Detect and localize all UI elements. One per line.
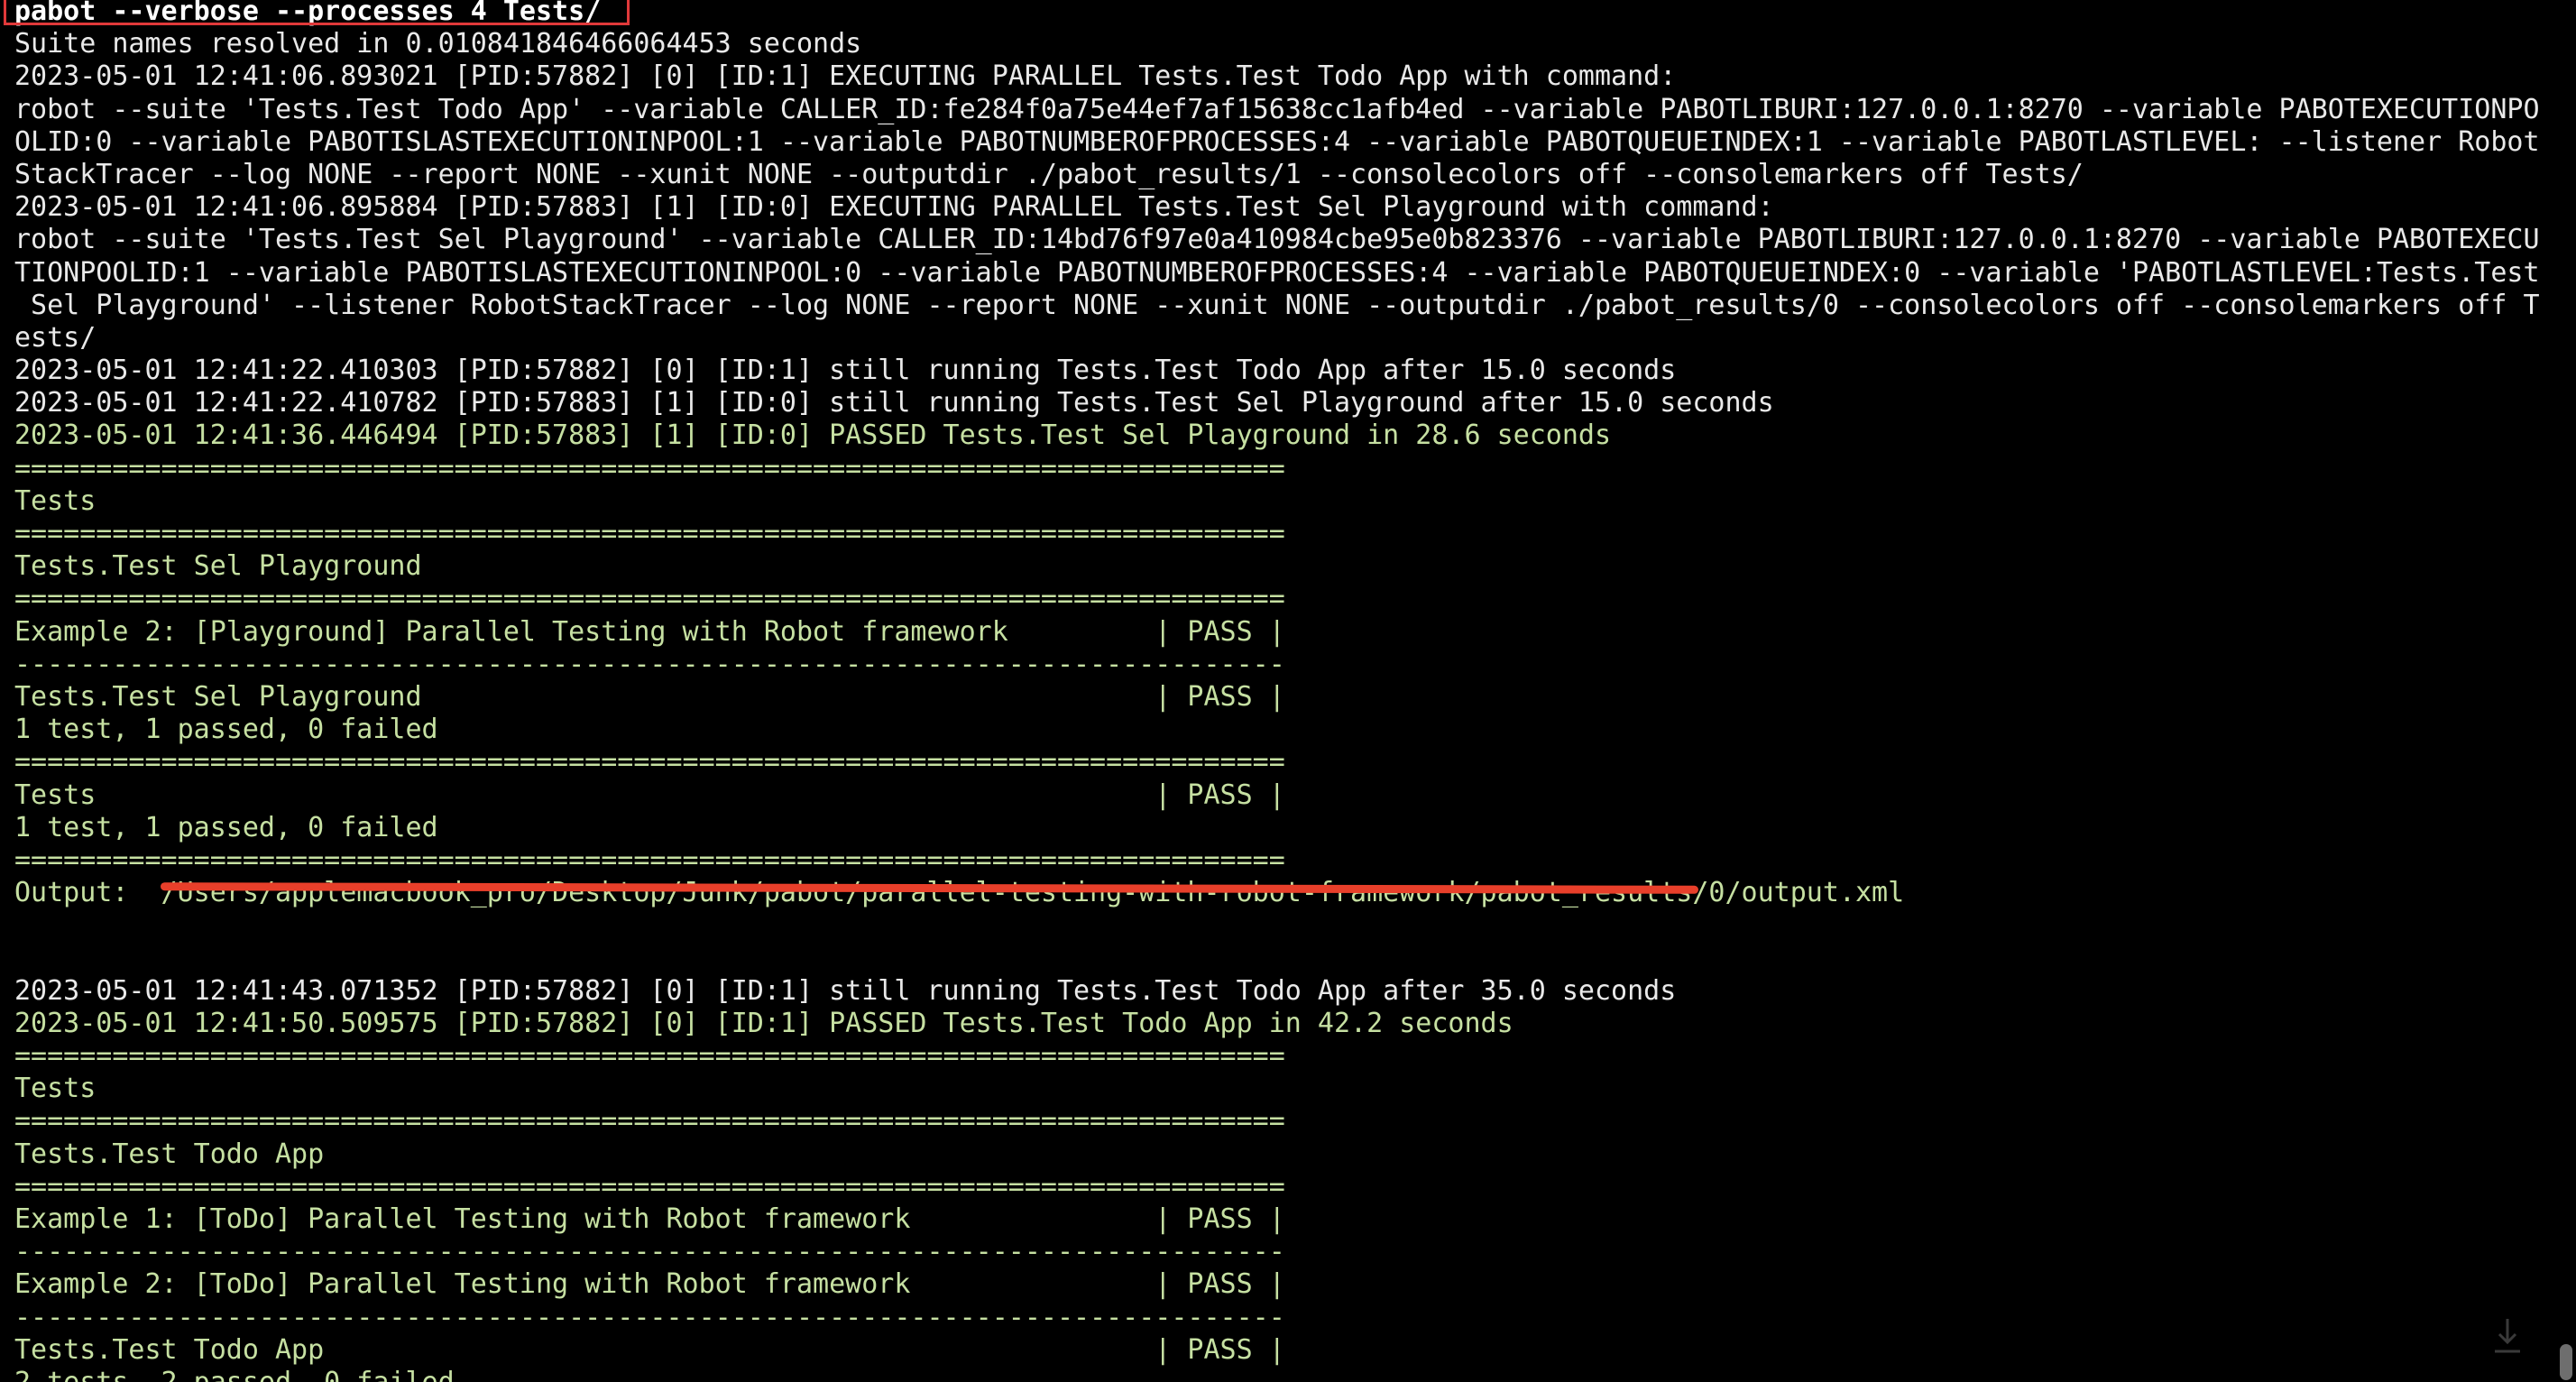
output-line: Tests.Test Todo App | PASS |: [14, 1333, 1285, 1366]
output-line: robot --suite 'Tests.Test Sel Playground…: [14, 224, 2540, 256]
output-line: Example 1: [ToDo] Parallel Testing with …: [14, 1202, 1285, 1235]
output-line: 2023-05-01 12:41:22.410782 [PID:57883] […: [14, 387, 1774, 419]
output-line: Tests.Test Sel Playground | PASS |: [14, 680, 1285, 713]
output-line: 2023-05-01 12:41:22.410303 [PID:57882] […: [14, 355, 1677, 387]
output-line: Output: /Users/applemacbook_pro/Desktop/…: [14, 877, 1905, 909]
output-line: ests/: [14, 321, 97, 354]
output-line: Example 2: [Playground] Parallel Testing…: [14, 615, 1285, 648]
output-line: ----------------------------------------…: [14, 1301, 1285, 1333]
output-line: ========================================…: [14, 452, 1285, 484]
output-line: Tests.Test Todo App: [14, 1138, 325, 1170]
output-line: ========================================…: [14, 1040, 1285, 1072]
output-line: Example 2: [ToDo] Parallel Testing with …: [14, 1268, 1285, 1301]
output-line: 2023-05-01 12:41:36.446494 [PID:57883] […: [14, 419, 1612, 452]
output-line: Tests.Test Sel Playground: [14, 550, 422, 583]
output-line: ----------------------------------------…: [14, 648, 1285, 680]
download-arrow-icon[interactable]: [2489, 1315, 2525, 1355]
output-line: OLID:0 --variable PABOTISLASTEXECUTIONIN…: [14, 125, 2540, 158]
output-line: 2023-05-01 12:41:50.509575 [PID:57882] […: [14, 1007, 1513, 1039]
output-line: ========================================…: [14, 518, 1285, 549]
output-line: Tests: [14, 1073, 97, 1105]
output-line: TIONPOOLID:1 --variable PABOTISLASTEXECU…: [14, 256, 2540, 289]
output-line: Tests: [14, 484, 97, 517]
terminal-window[interactable]: pabot --verbose --processes 4 Tests/Suit…: [0, 0, 2576, 1382]
terminal-output: pabot --verbose --processes 4 Tests/Suit…: [14, 0, 2540, 1382]
output-line: ========================================…: [14, 1105, 1285, 1138]
output-line: Sel Playground' --listener RobotStackTra…: [14, 289, 2540, 321]
output-line: ========================================…: [14, 1170, 1285, 1202]
output-line: ========================================…: [14, 843, 1285, 876]
output-line: 2023-05-01 12:41:43.071352 [PID:57882] […: [14, 974, 1677, 1007]
output-line: Suite names resolved in 0.01084184646606…: [14, 28, 862, 60]
output-line: 1 test, 1 passed, 0 failed: [14, 811, 438, 843]
output-line: robot --suite 'Tests.Test Todo App' --va…: [14, 93, 2540, 125]
output-line: ----------------------------------------…: [14, 1236, 1285, 1268]
scrollbar-thumb[interactable]: [2560, 1344, 2572, 1380]
output-line: 2023-05-01 12:41:06.893021 [PID:57882] […: [14, 60, 1677, 93]
output-line: ========================================…: [14, 583, 1285, 615]
output-line: 2 tests, 2 passed, 0 failed: [14, 1367, 2540, 1382]
output-line: StackTracer --log NONE --report NONE --x…: [14, 158, 2084, 190]
output-line: Tests | PASS |: [14, 779, 1285, 811]
output-line: ========================================…: [14, 746, 1285, 779]
command-highlight-box: [4, 0, 630, 25]
output-line: 2023-05-01 12:41:06.895884 [PID:57883] […: [14, 191, 1774, 224]
output-line: 1 test, 1 passed, 0 failed: [14, 714, 438, 746]
